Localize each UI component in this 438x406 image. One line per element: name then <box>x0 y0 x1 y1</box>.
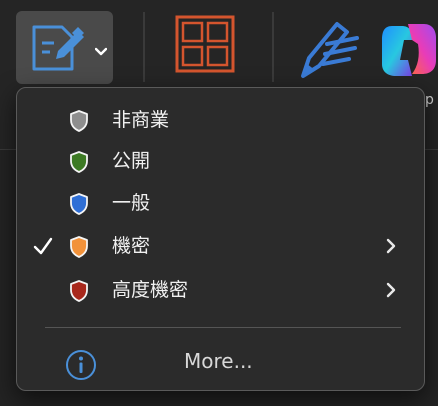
chevron-down-icon[interactable] <box>94 42 108 61</box>
shield-icon <box>69 236 89 262</box>
menu-item-label: 機密 <box>112 235 151 257</box>
chevron-right-icon <box>385 282 397 302</box>
menu-item-label: 高度機密 <box>112 279 189 301</box>
toolbar-label-fragment: p <box>425 92 434 108</box>
pen-icon[interactable] <box>297 18 361 84</box>
menu-item-label: 一般 <box>112 192 151 214</box>
shield-icon <box>69 151 89 177</box>
shield-icon <box>69 280 89 306</box>
copilot-icon[interactable] <box>378 20 438 84</box>
sensitivity-button[interactable] <box>16 11 113 84</box>
grid-layout-icon[interactable] <box>175 15 235 77</box>
sensitivity-menu: More... 非商業公開一般機密高度機密 <box>16 87 425 391</box>
chevron-right-icon <box>385 238 397 258</box>
checkmark-icon <box>33 236 53 260</box>
more-item[interactable]: More... <box>17 340 424 380</box>
shield-icon <box>69 110 89 136</box>
shield-icon <box>69 193 89 219</box>
menu-item-1[interactable]: 公開 <box>17 141 424 181</box>
menu-item-3[interactable]: 機密 <box>17 226 424 266</box>
info-icon <box>64 348 98 386</box>
menu-item-0[interactable]: 非商業 <box>17 100 424 140</box>
sensitivity-document-icon <box>28 21 88 79</box>
toolbar-separator <box>143 12 145 82</box>
menu-item-2[interactable]: 一般 <box>17 183 424 223</box>
menu-separator <box>45 327 401 328</box>
menu-item-4[interactable]: 高度機密 <box>17 270 424 310</box>
toolbar-separator <box>272 12 274 82</box>
menu-item-label: 非商業 <box>112 109 170 131</box>
menu-item-label: 公開 <box>112 150 151 172</box>
more-label: More... <box>184 349 253 373</box>
